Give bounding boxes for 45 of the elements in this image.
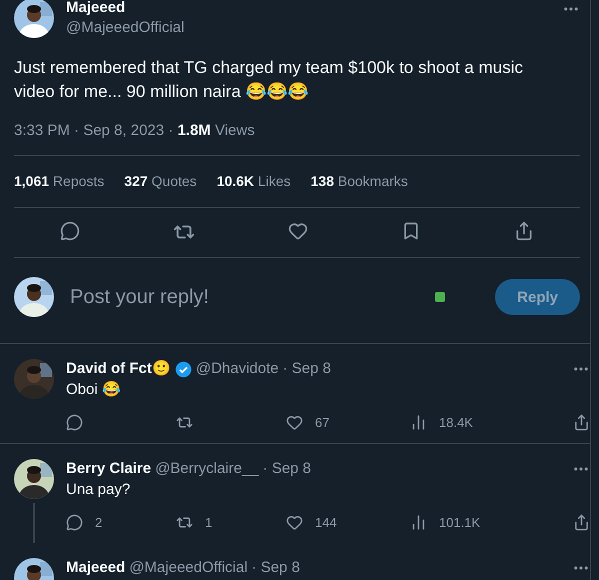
share-icon bbox=[573, 514, 590, 531]
stat-link[interactable]: 10.6K Likes bbox=[216, 173, 291, 189]
metric-count: 67 bbox=[315, 415, 330, 430]
author-handle[interactable]: @MajeeedOfficial bbox=[129, 558, 248, 578]
metric-count: 2 bbox=[95, 515, 102, 530]
heart-action[interactable]: 67 bbox=[286, 414, 410, 431]
bar-chart-icon bbox=[410, 514, 427, 531]
reply-text: Una pay? bbox=[66, 480, 132, 500]
post-text: Just remembered that TG charged my team $100k to shoot a music video for me... 90 million naira 😂😂😂 bbox=[14, 57, 524, 103]
bar-chart-action[interactable]: 18.4K bbox=[410, 414, 534, 431]
reply-icon bbox=[66, 414, 83, 431]
post-date: · Sep 8 bbox=[252, 558, 300, 578]
share-icon bbox=[573, 414, 590, 431]
metric-count: 101.1K bbox=[439, 515, 480, 530]
author-name[interactable]: Berry Claire bbox=[66, 459, 152, 479]
heart-action[interactable]: 144 bbox=[286, 514, 410, 531]
author-name[interactable]: Majeeed bbox=[66, 558, 126, 578]
status-icon bbox=[435, 292, 446, 302]
post-date: · Sep 8 bbox=[282, 359, 331, 379]
author-handle[interactable]: @Dhavidote bbox=[196, 359, 279, 379]
heart-icon bbox=[286, 414, 303, 431]
stat-link[interactable]: 327 Quotes bbox=[124, 173, 197, 189]
share-icon[interactable] bbox=[514, 221, 534, 241]
author-handle[interactable]: @Berryclaire__ bbox=[155, 459, 259, 479]
reply-text: Oboi 😂 bbox=[66, 380, 122, 400]
author-name[interactable]: David of Fct🙂 bbox=[66, 359, 171, 379]
bar-chart-action[interactable]: 101.1K bbox=[410, 514, 534, 531]
stat-link[interactable]: 138 Bookmarks bbox=[310, 173, 408, 189]
metric-count: 144 bbox=[315, 515, 337, 530]
author-name[interactable]: Majeeed bbox=[66, 0, 550, 18]
metric-count: 1 bbox=[205, 515, 212, 530]
heart-icon bbox=[286, 514, 303, 531]
reply-field[interactable]: Post your reply! bbox=[68, 284, 422, 310]
reply-action[interactable]: 2 bbox=[66, 514, 176, 531]
repost-action[interactable]: 1 bbox=[176, 514, 286, 531]
reply-icon bbox=[66, 514, 83, 531]
heart-icon[interactable] bbox=[288, 221, 308, 241]
reply-icon[interactable] bbox=[60, 221, 80, 241]
post-meta: 3:33 PM · Sep 8, 2023 · 1.8M Views bbox=[14, 121, 256, 141]
bar-chart-icon bbox=[410, 414, 427, 431]
author-handle[interactable]: @MajeeedOfficial bbox=[66, 18, 550, 38]
stat-link[interactable]: 1,061 Reposts bbox=[14, 173, 104, 189]
post-date: · Sep 8 bbox=[262, 459, 312, 479]
metric-count: 18.4K bbox=[439, 415, 473, 430]
reply-button[interactable]: Reply bbox=[495, 279, 580, 315]
